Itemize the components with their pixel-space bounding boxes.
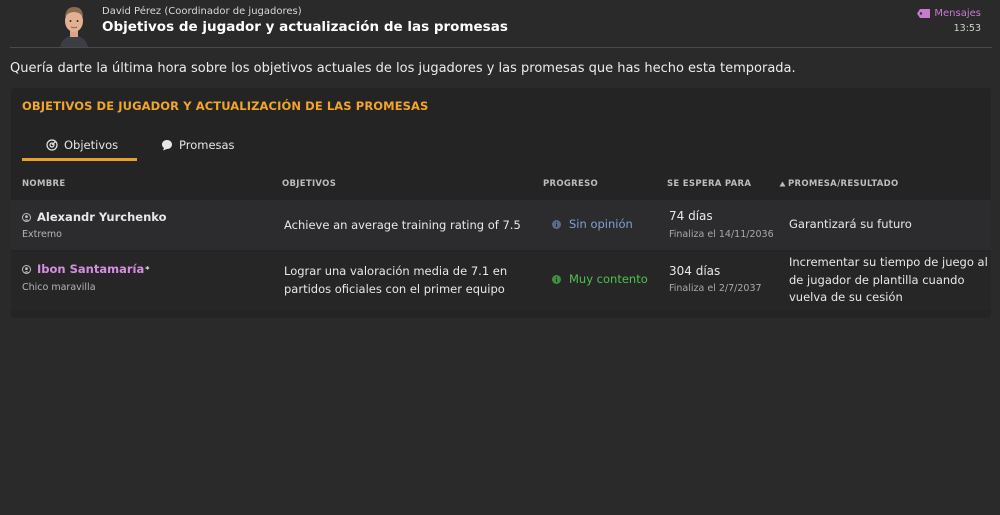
promise-line: vuelva de su cesión	[789, 290, 903, 304]
player-name-cell[interactable]: Ibon Santamaría *	[22, 262, 149, 276]
player-name: Alexandr Yurchenko	[37, 210, 167, 224]
player-name-cell[interactable]: Alexandr Yurchenko	[22, 210, 167, 224]
avatar	[56, 3, 92, 47]
tab-bar: Objetivos Promesas	[22, 128, 251, 161]
column-header-promesa[interactable]: PROMESA/RESULTADO	[779, 179, 899, 189]
objective-text: Achieve an average training rating of 7.…	[284, 218, 521, 232]
end-date: Finaliza el 14/11/2036	[669, 229, 774, 240]
message-subject: Objetivos de jugador y actualización de …	[102, 19, 508, 35]
days-remaining: 74 días	[669, 209, 713, 223]
promise-line: de jugador de plantilla cuando	[789, 272, 965, 287]
speech-bubble-icon	[162, 139, 172, 150]
end-date: Finaliza el 2/7/2037	[669, 283, 762, 294]
header-divider	[10, 47, 992, 48]
objective-text: Lograr una valoración media de 7.1 en pa…	[284, 262, 507, 298]
column-header-progreso[interactable]: PROGRESO	[543, 179, 598, 189]
days-remaining: 304 días	[669, 264, 721, 278]
sender-name: David Pérez (Coordinador de jugadores)	[102, 6, 302, 17]
tab-promesas[interactable]: Promesas	[137, 128, 251, 161]
mensajes-link[interactable]: Mensajes	[917, 8, 981, 19]
tab-promesas-label: Promesas	[179, 137, 235, 152]
player-name-mark: *	[145, 264, 150, 274]
progress-label: Muy contento	[569, 272, 648, 286]
tab-objetivos[interactable]: Objetivos	[22, 128, 137, 161]
panel-title: OBJETIVOS DE JUGADOR Y ACTUALIZACIÓN DE …	[22, 99, 429, 113]
mensajes-label: Mensajes	[934, 8, 981, 19]
player-role: Chico maravilla	[22, 282, 96, 293]
target-icon	[46, 138, 58, 151]
objective-line: partidos oficiales con el primer equipo	[284, 282, 505, 296]
promise-text: Incrementar su tiempo de juego al de jug…	[789, 254, 988, 307]
message-time: 13:53	[953, 23, 981, 34]
message-header: David Pérez (Coordinador de jugadores) O…	[0, 0, 1000, 50]
column-header-se-espera[interactable]: SE ESPERA PARA	[667, 179, 751, 189]
person-icon	[22, 264, 31, 274]
promise-line: Incrementar su tiempo de juego al	[789, 255, 988, 269]
tag-icon	[917, 9, 931, 18]
table-row[interactable]: Ibon Santamaría * Chico maravilla Lograr …	[11, 252, 991, 310]
column-header-promesa-label: PROMESA/RESULTADO	[788, 179, 899, 189]
promise-text: Garantizará su futuro	[789, 217, 912, 231]
player-role: Extremo	[22, 229, 62, 240]
objective-line: Lograr una valoración media de 7.1 en	[284, 264, 508, 278]
info-icon	[552, 274, 561, 284]
column-header-nombre[interactable]: NOMBRE	[22, 179, 65, 189]
person-icon	[22, 212, 31, 222]
sort-ascending-icon	[779, 181, 786, 187]
player-name: Ibon Santamaría	[37, 262, 145, 276]
objectives-panel: OBJETIVOS DE JUGADOR Y ACTUALIZACIÓN DE …	[11, 88, 991, 318]
tab-objetivos-label: Objetivos	[64, 137, 119, 152]
progress-status: Sin opinión	[552, 217, 633, 231]
progress-label: Sin opinión	[569, 217, 633, 231]
column-header-objetivos[interactable]: OBJETIVOS	[282, 179, 336, 189]
progress-status: Muy contento	[552, 272, 648, 286]
table-row[interactable]: Alexandr Yurchenko Extremo Achieve an av…	[11, 200, 991, 250]
intro-text: Quería darte la última hora sobre los ob…	[10, 61, 796, 76]
info-icon	[552, 219, 561, 229]
